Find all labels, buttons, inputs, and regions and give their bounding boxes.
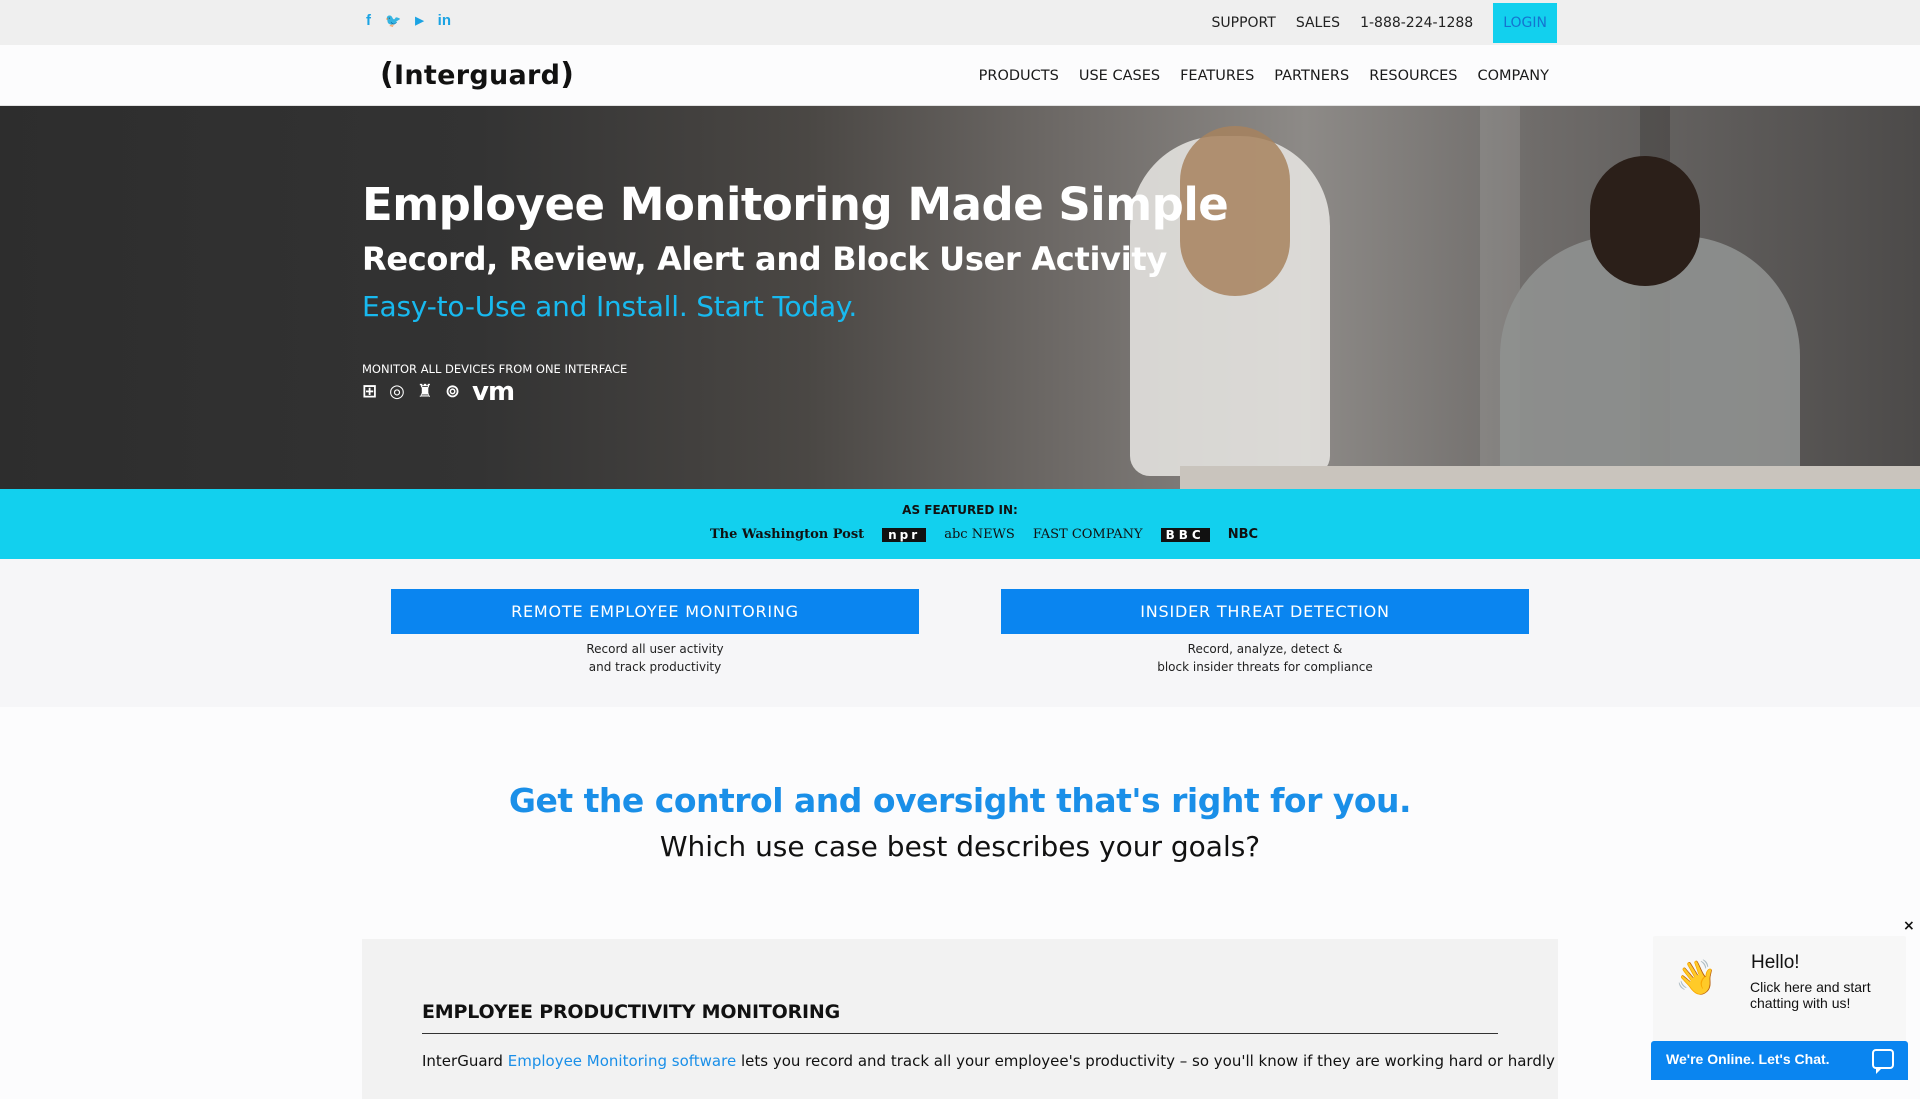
- phone-link[interactable]: 1-888-224-1288: [1360, 15, 1473, 31]
- twitter-icon[interactable]: 🐦: [385, 12, 401, 30]
- hero-photo-desk: [1180, 466, 1920, 489]
- use-case-section: REMOTE EMPLOYEE MONITORING Record all us…: [0, 559, 1920, 707]
- site-header: (Interguard) PRODUCTS USE CASES FEATURES…: [0, 45, 1920, 106]
- chat-hello: Hello!: [1751, 952, 1800, 973]
- panel-title: EMPLOYEE PRODUCTIVITY MONITORING: [422, 1001, 840, 1023]
- facebook-icon[interactable]: f: [366, 12, 371, 30]
- chat-greeting-card[interactable]: 👋 Hello! Click here and start chatting w…: [1653, 936, 1906, 1044]
- chat-bubble-icon: [1872, 1049, 1894, 1074]
- remote-desc-line-1: Record all user activity: [586, 642, 724, 656]
- chat-bar[interactable]: We're Online. Let's Chat.: [1651, 1041, 1908, 1080]
- control-heading: Get the control and oversight that's rig…: [508, 781, 1412, 820]
- insider-threat-card: INSIDER THREAT DETECTION Record, analyze…: [1001, 589, 1529, 676]
- nav-resources[interactable]: RESOURCES: [1369, 68, 1457, 84]
- sales-link[interactable]: SALES: [1296, 15, 1340, 31]
- remote-monitoring-description: Record all user activity and track produ…: [391, 640, 919, 676]
- insider-threat-detection-button[interactable]: INSIDER THREAT DETECTION: [1001, 589, 1529, 634]
- panel-text-before: InterGuard: [422, 1052, 508, 1070]
- logo-bracket-left: (: [380, 57, 395, 92]
- productivity-panel: EMPLOYEE PRODUCTIVITY MONITORING InterGu…: [362, 939, 1558, 1099]
- hero-subtitle: Record, Review, Alert and Block User Act…: [362, 240, 1167, 278]
- featured-in-strip: AS FEATURED IN: The Washington Post npr …: [0, 489, 1920, 559]
- hero-photo-person-2-head: [1590, 156, 1700, 286]
- devices-label: MONITOR ALL DEVICES FROM ONE INTERFACE: [362, 362, 628, 376]
- remote-employee-monitoring-button[interactable]: REMOTE EMPLOYEE MONITORING: [391, 589, 919, 634]
- support-link[interactable]: SUPPORT: [1212, 15, 1276, 31]
- linkedin-icon[interactable]: in: [438, 12, 451, 30]
- abc-news-logo: abc NEWS: [944, 527, 1015, 542]
- control-subheading: Which use case best describes your goals…: [659, 830, 1261, 863]
- hero-title: Employee Monitoring Made Simple: [362, 178, 1229, 231]
- insider-threat-description: Record, analyze, detect & block insider …: [1001, 640, 1529, 676]
- remote-desc-line-2: and track productivity: [588, 660, 722, 674]
- main-nav: PRODUCTS USE CASES FEATURES PARTNERS RES…: [979, 45, 1549, 106]
- chat-close-icon[interactable]: ×: [1903, 918, 1915, 934]
- nav-products[interactable]: PRODUCTS: [979, 68, 1059, 84]
- device-icons: ⊞ ◎ ♜ ⊚ vm: [362, 377, 515, 407]
- logo-text: Interguard: [394, 60, 561, 91]
- featured-label: AS FEATURED IN:: [902, 503, 1018, 517]
- washington-post-logo: The Washington Post: [710, 527, 865, 542]
- youtube-icon[interactable]: ▶: [415, 12, 423, 30]
- waving-hand-icon: 👋: [1675, 958, 1718, 998]
- vmware-icon: vm: [472, 377, 515, 407]
- interguard-logo[interactable]: (Interguard): [380, 57, 574, 92]
- employee-monitoring-software-link[interactable]: Employee Monitoring software: [508, 1052, 736, 1070]
- social-links: f 🐦 ▶ in: [366, 12, 451, 30]
- mac-icon: ⊚: [444, 381, 461, 402]
- logo-bracket-right: ): [560, 57, 575, 92]
- featured-logos: The Washington Post npr abc NEWS FAST CO…: [710, 527, 1258, 542]
- insider-desc-line-1: Record, analyze, detect &: [1187, 642, 1343, 656]
- chrome-icon: ◎: [389, 381, 405, 402]
- chat-hello-sub: Click here and start chatting with us!: [1750, 979, 1871, 1011]
- android-icon: ♜: [416, 381, 433, 402]
- insider-desc-line-2: block insider threats for compliance: [1157, 660, 1373, 674]
- nav-partners[interactable]: PARTNERS: [1274, 68, 1349, 84]
- hero-tagline: Easy-to-Use and Install. Start Today.: [362, 290, 858, 323]
- nav-features[interactable]: FEATURES: [1180, 68, 1254, 84]
- panel-text: InterGuard Employee Monitoring software …: [422, 1052, 1555, 1070]
- panel-text-after: lets you record and track all your emplo…: [736, 1052, 1555, 1070]
- top-bar: f 🐦 ▶ in SUPPORT SALES 1-888-224-1288 LO…: [0, 0, 1920, 45]
- npr-logo: npr: [882, 527, 927, 542]
- top-nav: SUPPORT SALES 1-888-224-1288 LOGIN: [1192, 0, 1557, 45]
- bbc-logo: BBC: [1160, 527, 1210, 542]
- remote-monitoring-card: REMOTE EMPLOYEE MONITORING Record all us…: [391, 589, 919, 676]
- fast-company-logo: FAST COMPANY: [1032, 527, 1143, 542]
- nav-use-cases[interactable]: USE CASES: [1079, 68, 1160, 84]
- login-button[interactable]: LOGIN: [1493, 2, 1557, 43]
- nbc-logo: NBC: [1227, 527, 1259, 542]
- nav-company[interactable]: COMPANY: [1478, 68, 1550, 84]
- hero-banner: Employee Monitoring Made Simple Record, …: [0, 106, 1920, 489]
- panel-divider: [422, 1033, 1498, 1034]
- chat-bar-label: We're Online. Let's Chat.: [1666, 1051, 1830, 1067]
- windows-icon: ⊞: [362, 381, 378, 402]
